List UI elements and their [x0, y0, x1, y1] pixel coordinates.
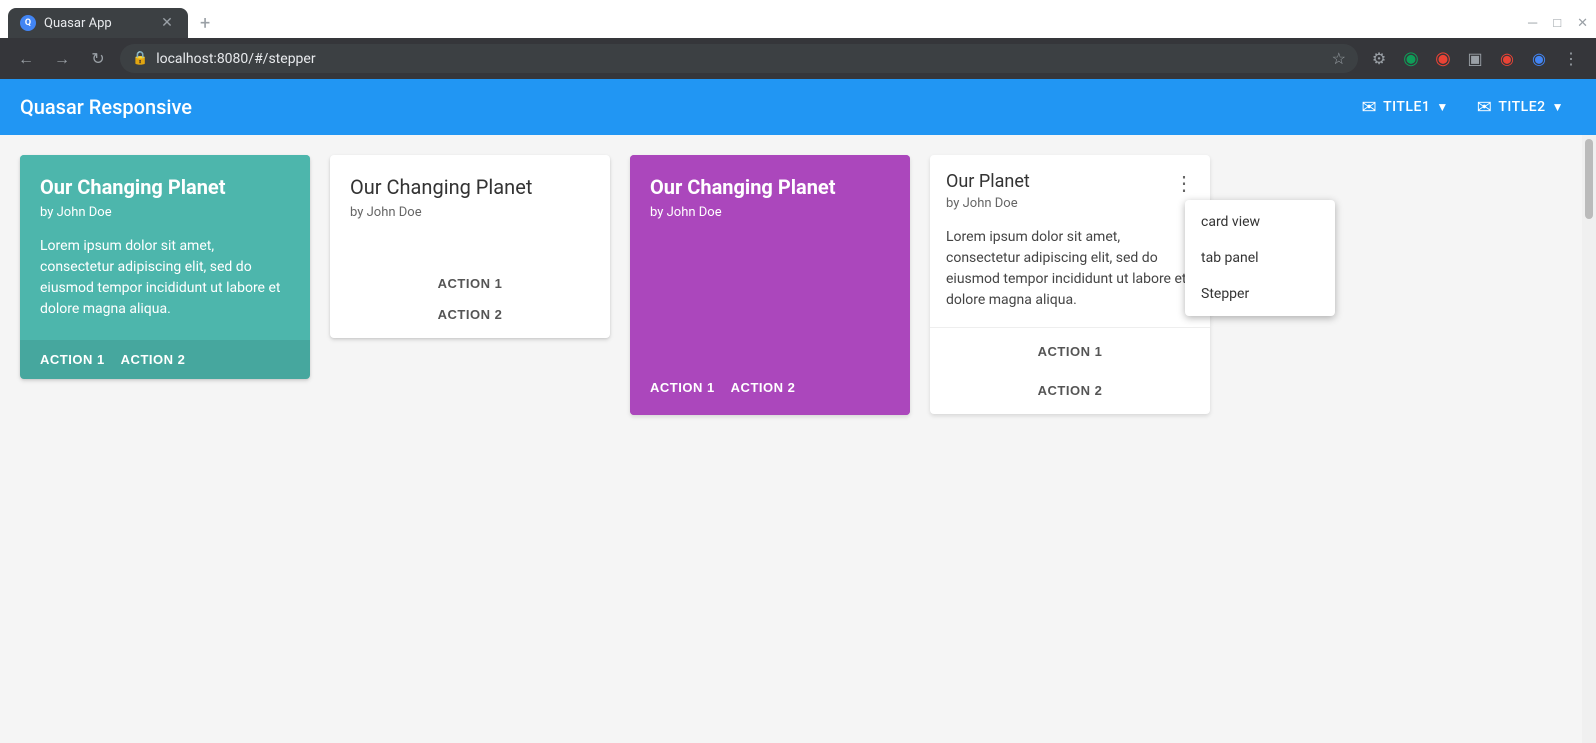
card-green-actions: ACTION 1 ACTION 2	[20, 340, 310, 379]
chrome-icon[interactable]: ◉	[1398, 46, 1424, 72]
card-green-title: Our Changing Planet	[40, 175, 290, 199]
window-controls: ─ □ ✕	[1528, 15, 1588, 31]
card-green-body: Lorem ipsum dolor sit amet, consectetur …	[40, 236, 290, 320]
card-white-action2[interactable]: ACTION 2	[438, 307, 503, 322]
card-detail-title: Our Planet	[946, 171, 1030, 192]
card-purple-spacer	[630, 240, 910, 368]
card-detail-more-icon[interactable]: ⋮	[1174, 171, 1194, 195]
address-text: localhost:8080/#/stepper	[156, 51, 1323, 67]
screenshot-icon[interactable]: ▣	[1462, 46, 1488, 72]
extension1-icon[interactable]: ◉	[1494, 46, 1520, 72]
main-content: Our Changing Planet by John Doe Lorem ip…	[0, 135, 1596, 743]
tab-favicon: Q	[20, 15, 36, 31]
bookmark-icon[interactable]: ☆	[1332, 49, 1346, 68]
nav-label-title2: TITLE2	[1498, 99, 1545, 115]
menu-icon[interactable]: ⋮	[1558, 46, 1584, 72]
browser-tab-active[interactable]: Q Quasar App ✕	[8, 8, 188, 38]
card-purple-header: Our Changing Planet by John Doe	[630, 155, 910, 240]
minimize-button[interactable]: ─	[1528, 15, 1537, 31]
card-purple-subtitle: by John Doe	[650, 205, 890, 220]
profile-icon[interactable]: ◉	[1430, 46, 1456, 72]
card-white: Our Changing Planet by John Doe ACTION 1…	[330, 155, 610, 338]
back-button[interactable]: ←	[12, 45, 40, 73]
nav-item-title1[interactable]: ✉ TITLE1 ▼	[1350, 97, 1461, 118]
card-green-subtitle: by John Doe	[40, 205, 290, 220]
address-lock-icon: 🔒	[132, 51, 148, 66]
profile-avatar[interactable]: ◉	[1526, 46, 1552, 72]
card-purple-title: Our Changing Planet	[650, 175, 890, 199]
card-white-subtitle: by John Doe	[350, 205, 590, 220]
card-green-action2[interactable]: ACTION 2	[121, 352, 186, 367]
card-detail-actions: ACTION 1 ACTION 2	[930, 328, 1210, 414]
browser-tab-bar: Q Quasar App ✕ + ─ □ ✕	[0, 0, 1596, 38]
card-detail-header-text: Our Planet by John Doe	[946, 171, 1030, 211]
dropdown-item-stepper[interactable]: Stepper	[1185, 276, 1335, 312]
scrollbar[interactable]	[1582, 135, 1596, 743]
email-icon-2: ✉	[1477, 97, 1493, 118]
card-green-action1[interactable]: ACTION 1	[40, 352, 105, 367]
dropdown-item-tab-panel[interactable]: tab panel	[1185, 240, 1335, 276]
nav-item-title2[interactable]: ✉ TITLE2 ▼	[1465, 97, 1576, 118]
card-purple-actions: ACTION 1 ACTION 2	[630, 368, 910, 415]
browser-nav-bar: ← → ↻ 🔒 localhost:8080/#/stepper ☆ ⚙ ◉ ◉…	[0, 38, 1596, 79]
app-header: Quasar Responsive ✉ TITLE1 ▼ ✉ TITLE2 ▼	[0, 79, 1596, 135]
card-detail-action2[interactable]: ACTION 2	[1038, 375, 1103, 406]
card-detail-subtitle: by John Doe	[946, 196, 1030, 211]
card-white-header: Our Changing Planet by John Doe	[330, 155, 610, 236]
browser-chrome: Q Quasar App ✕ + ─ □ ✕ ← → ↻ 🔒 localhost…	[0, 0, 1596, 79]
nav-label-title1: TITLE1	[1383, 99, 1430, 115]
email-icon-1: ✉	[1362, 97, 1378, 118]
dropdown-arrow-2: ▼	[1552, 100, 1564, 114]
card-green-header: Our Changing Planet by John Doe Lorem ip…	[20, 155, 310, 340]
dropdown-item-card-view[interactable]: card view	[1185, 204, 1335, 240]
header-nav: ✉ TITLE1 ▼ ✉ TITLE2 ▼	[1350, 97, 1577, 118]
app-title: Quasar Responsive	[20, 95, 1350, 119]
card-white-action1[interactable]: ACTION 1	[438, 276, 503, 291]
browser-extras: ⚙ ◉ ◉ ▣ ◉ ◉ ⋮	[1366, 46, 1584, 72]
card-detail: Our Planet by John Doe ⋮ Lorem ipsum dol…	[930, 155, 1210, 414]
card-purple-action2[interactable]: ACTION 2	[731, 380, 796, 395]
card-detail-body: Lorem ipsum dolor sit amet, consectetur …	[930, 219, 1210, 327]
tab-close-button[interactable]: ✕	[158, 14, 176, 32]
card-white-actions: ACTION 1 ACTION 2	[330, 236, 610, 338]
dropdown-arrow-1: ▼	[1436, 100, 1448, 114]
card-detail-action1[interactable]: ACTION 1	[1038, 336, 1103, 367]
close-button[interactable]: ✕	[1577, 16, 1588, 31]
tab-title: Quasar App	[44, 16, 150, 31]
reload-button[interactable]: ↻	[84, 45, 112, 73]
address-bar[interactable]: 🔒 localhost:8080/#/stepper ☆	[120, 44, 1358, 73]
extensions-icon[interactable]: ⚙	[1366, 46, 1392, 72]
new-tab-button[interactable]: +	[192, 9, 218, 38]
title1-dropdown: card view tab panel Stepper	[1185, 200, 1335, 316]
card-purple-action1[interactable]: ACTION 1	[650, 380, 715, 395]
scrollbar-thumb[interactable]	[1585, 139, 1593, 219]
forward-button[interactable]: →	[48, 45, 76, 73]
card-detail-header: Our Planet by John Doe ⋮	[930, 155, 1210, 219]
card-purple: Our Changing Planet by John Doe ACTION 1…	[630, 155, 910, 415]
card-white-title: Our Changing Planet	[350, 175, 590, 199]
card-green: Our Changing Planet by John Doe Lorem ip…	[20, 155, 310, 379]
maximize-button[interactable]: □	[1553, 15, 1561, 31]
